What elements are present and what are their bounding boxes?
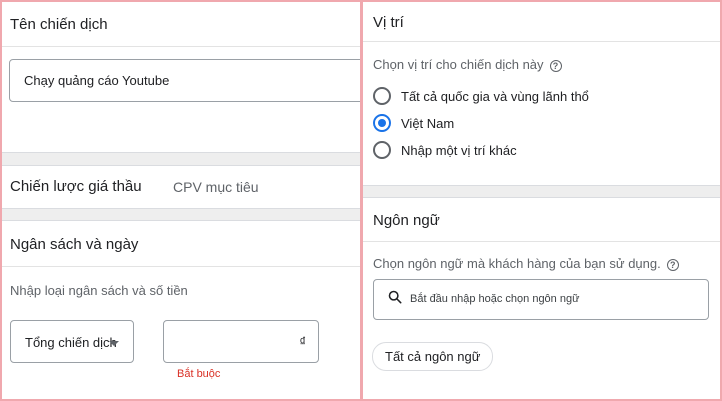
location-option-label: Tất cả quốc gia và vùng lãnh thổ [401,88,589,104]
section-separator [2,208,360,221]
all-languages-chip[interactable]: Tất cả ngôn ngữ [372,342,494,371]
location-option-vietnam[interactable]: Việt Nam [373,114,454,132]
language-title: Ngôn ngữ [373,212,440,229]
currency-symbol: ₫ [299,334,306,349]
help-icon[interactable]: ? [549,60,562,72]
location-prompt-text: Chọn vị trí cho chiến dịch này [373,57,544,72]
section-separator [363,185,720,198]
budget-title: Ngân sách và ngày [10,236,139,253]
radio-unchecked-icon[interactable] [373,87,391,105]
bidding-strategy-title: Chiến lược giá thầu [10,178,142,195]
language-prompt: Chọn ngôn ngữ mà khách hàng của bạn sử d… [373,256,679,271]
section-separator [2,152,360,166]
campaign-name-value: Chạy quảng cáo Youtube [24,73,170,88]
divider [2,266,360,267]
radio-unchecked-icon[interactable] [373,141,391,159]
location-option-label: Nhập một vị trí khác [401,142,517,158]
radio-checked-icon[interactable] [373,114,391,132]
budget-prompt: Nhập loại ngân sách và số tiền [10,283,188,298]
budget-error-text: Bắt buộc [177,368,221,380]
location-option-custom[interactable]: Nhập một vị trí khác [373,141,517,159]
language-search-placeholder: Bắt đầu nhập hoặc chọn ngôn ngữ [410,293,580,305]
divider [2,46,360,47]
budget-amount-input[interactable]: ₫ [163,320,319,363]
campaign-name-title: Tên chiến dịch [10,16,108,33]
bidding-strategy-value[interactable]: CPV mục tiêu [173,179,259,195]
help-icon[interactable]: ? [666,259,679,271]
caret-down-icon [109,341,119,346]
location-option-all[interactable]: Tất cả quốc gia và vùng lãnh thổ [373,87,589,105]
search-icon [388,290,402,304]
budget-type-value: Tổng chiến dịch [25,335,117,350]
budget-type-select[interactable]: Tổng chiến dịch [10,320,134,363]
divider [363,41,720,42]
language-prompt-text: Chọn ngôn ngữ mà khách hàng của bạn sử d… [373,256,661,271]
location-prompt: Chọn vị trí cho chiến dịch này? [373,57,562,72]
divider [363,241,720,242]
campaign-settings-panel: Tên chiến dịch Chạy quảng cáo Youtube Ch… [2,2,360,399]
location-title: Vị trí [373,14,404,31]
campaign-name-input[interactable]: Chạy quảng cáo Youtube [9,59,360,102]
location-option-label: Việt Nam [401,115,455,131]
targeting-panel: Vị trí Chọn vị trí cho chiến dịch này? T… [363,2,720,399]
language-search-input[interactable]: Bắt đầu nhập hoặc chọn ngôn ngữ [373,279,709,320]
